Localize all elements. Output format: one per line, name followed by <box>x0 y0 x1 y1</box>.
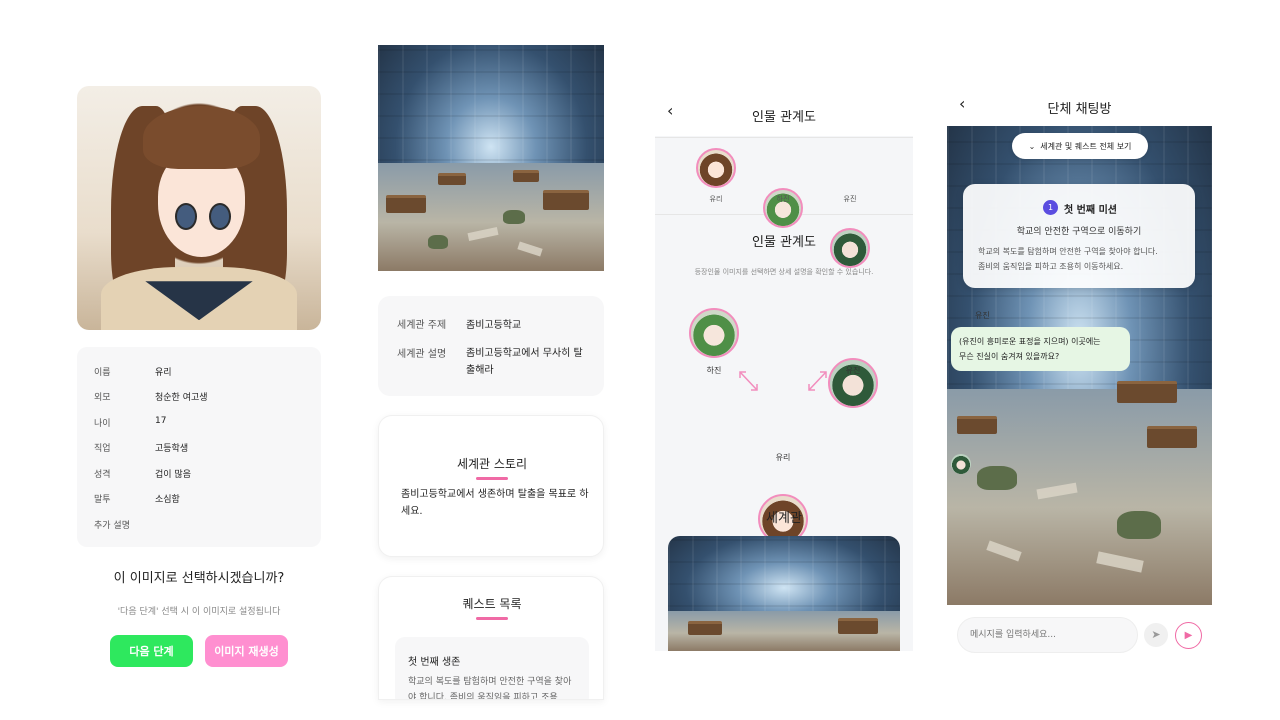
hajin-avatar-label: 하진 <box>776 195 790 203</box>
world-summary-card: 세계관 주제 좀비고등학교 세계관 설명 좀비고등학교에서 무사히 탈출해라 <box>378 296 604 396</box>
mission-number-badge: 1 <box>1043 200 1058 215</box>
mission-title: 첫 번째 미션 <box>1064 205 1117 216</box>
send-icon[interactable]: ➤ <box>1144 623 1168 647</box>
quest-item[interactable]: 첫 번째 생존 학교의 복도를 탐험하며 안전한 구역을 찾아야 합니다. 좀비… <box>395 637 589 700</box>
mission-card: 1 첫 번째 미션 학교의 안전한 구역으로 이동하기 학교의 복도를 탐험하며… <box>963 184 1195 288</box>
graph-hajin-label: 하진 <box>706 366 722 375</box>
arrow-hajin-yuri <box>739 371 758 391</box>
story-text: 좀비고등학교에서 생존하며 탈출을 목표로 하세요. <box>401 489 589 517</box>
yujin-avatar-label: 유진 <box>843 195 857 203</box>
mission-subtitle: 학교의 안전한 구역으로 이동하기 <box>1016 227 1142 237</box>
select-hint: '다음 단계' 선택 시 이 이미지로 설정됩니다 <box>117 607 281 617</box>
chat-sender-avatar[interactable] <box>951 454 971 474</box>
view-world-quest-label: 세계관 및 퀘스트 전체 보기 <box>1040 141 1132 151</box>
quest-list-title: 퀘스트 목록 <box>462 597 522 611</box>
chat-message-line-1: (유진이 흥미로운 표정을 지으며) 이곳에는 <box>959 337 1101 346</box>
graph-yujin-label: 유진 <box>845 366 861 375</box>
mission-text-2: 좀비의 움직임을 피하고 조용히 이동하세요. <box>978 262 1124 271</box>
message-input[interactable] <box>957 617 1138 653</box>
regenerate-image-button[interactable]: 이미지 재생성 <box>205 635 288 667</box>
play-icon[interactable]: ▶ <box>1175 622 1202 649</box>
quest-title-underline <box>476 617 508 620</box>
chat-message-bubble: (유진이 흥미로운 표정을 지으며) 이곳에는 무슨 진실이 숨겨져 있을까요? <box>951 327 1130 371</box>
relationship-arrows <box>739 371 827 391</box>
relationship-section-hint: 등장인물 이미지를 선택하면 상세 설명을 확인할 수 있습니다. <box>694 268 874 276</box>
relationship-header: ‹ 인물 관계도 <box>655 90 913 136</box>
relationship-section-title: 인물 관계도 <box>752 235 816 250</box>
world-section-image <box>668 536 900 651</box>
character-info-card: 이름 유리 외모 청순한 여고생 나이 17 직업 고등학생 성격 겁이 많음 … <box>77 347 321 547</box>
graph-hajin-avatar[interactable] <box>689 308 739 358</box>
quest-item-text: 학교의 복도를 탐험하며 안전한 구역을 찾아야 합니다. 좀비의 움직임을 피… <box>408 677 572 700</box>
next-step-button[interactable]: 다음 단계 <box>110 635 193 667</box>
chat-sender-name: 유진 <box>975 311 990 320</box>
top-avatar-strip: 유리 하진 유진 <box>655 137 913 268</box>
graph-yuri-label: 유리 <box>775 453 791 462</box>
quest-item-title: 첫 번째 생존 <box>408 657 461 668</box>
mission-text-1: 학교의 복도를 탐험하며 안전한 구역을 찾아야 합니다. <box>978 247 1158 256</box>
select-question: 이 이미지로 선택하시겠습니까? <box>113 571 285 586</box>
world-desc-value: 좀비고등학교에서 무사히 탈출해라 <box>466 348 583 376</box>
character-portrait <box>77 86 321 330</box>
chat-header: ‹ 단체 채팅방 <box>947 90 1212 126</box>
yuri-avatar-label: 유리 <box>709 195 723 203</box>
quest-list-card: 퀘스트 목록 첫 번째 생존 학교의 복도를 탐험하며 안전한 구역을 찾아야 … <box>378 576 604 700</box>
world-topic-value: 좀비고등학교 <box>466 320 522 331</box>
chevron-down-icon: ⌄ <box>1028 141 1036 151</box>
chat-input-bar: ➤ ▶ <box>947 605 1212 663</box>
relationship-header-title: 인물 관계도 <box>752 110 816 125</box>
world-image <box>378 45 604 271</box>
world-section-title: 세계관 <box>766 511 802 526</box>
story-title: 세계관 스토리 <box>456 457 528 471</box>
story-title-underline <box>476 477 508 480</box>
world-topic-label: 세계관 주제 <box>397 320 447 331</box>
world-story-card: 세계관 스토리 좀비고등학교에서 생존하며 탈출을 목표로 하세요. <box>378 415 604 557</box>
view-world-quest-button[interactable]: ⌄ 세계관 및 퀘스트 전체 보기 <box>1012 133 1148 159</box>
arrow-yujin-yuri <box>808 371 827 391</box>
world-desc-label: 세계관 설명 <box>397 349 447 360</box>
chat-header-title: 단체 채팅방 <box>1047 102 1112 117</box>
chat-message-line-2: 무슨 진실이 숨겨져 있을까요? <box>959 352 1060 361</box>
yuri-avatar[interactable] <box>696 148 736 188</box>
